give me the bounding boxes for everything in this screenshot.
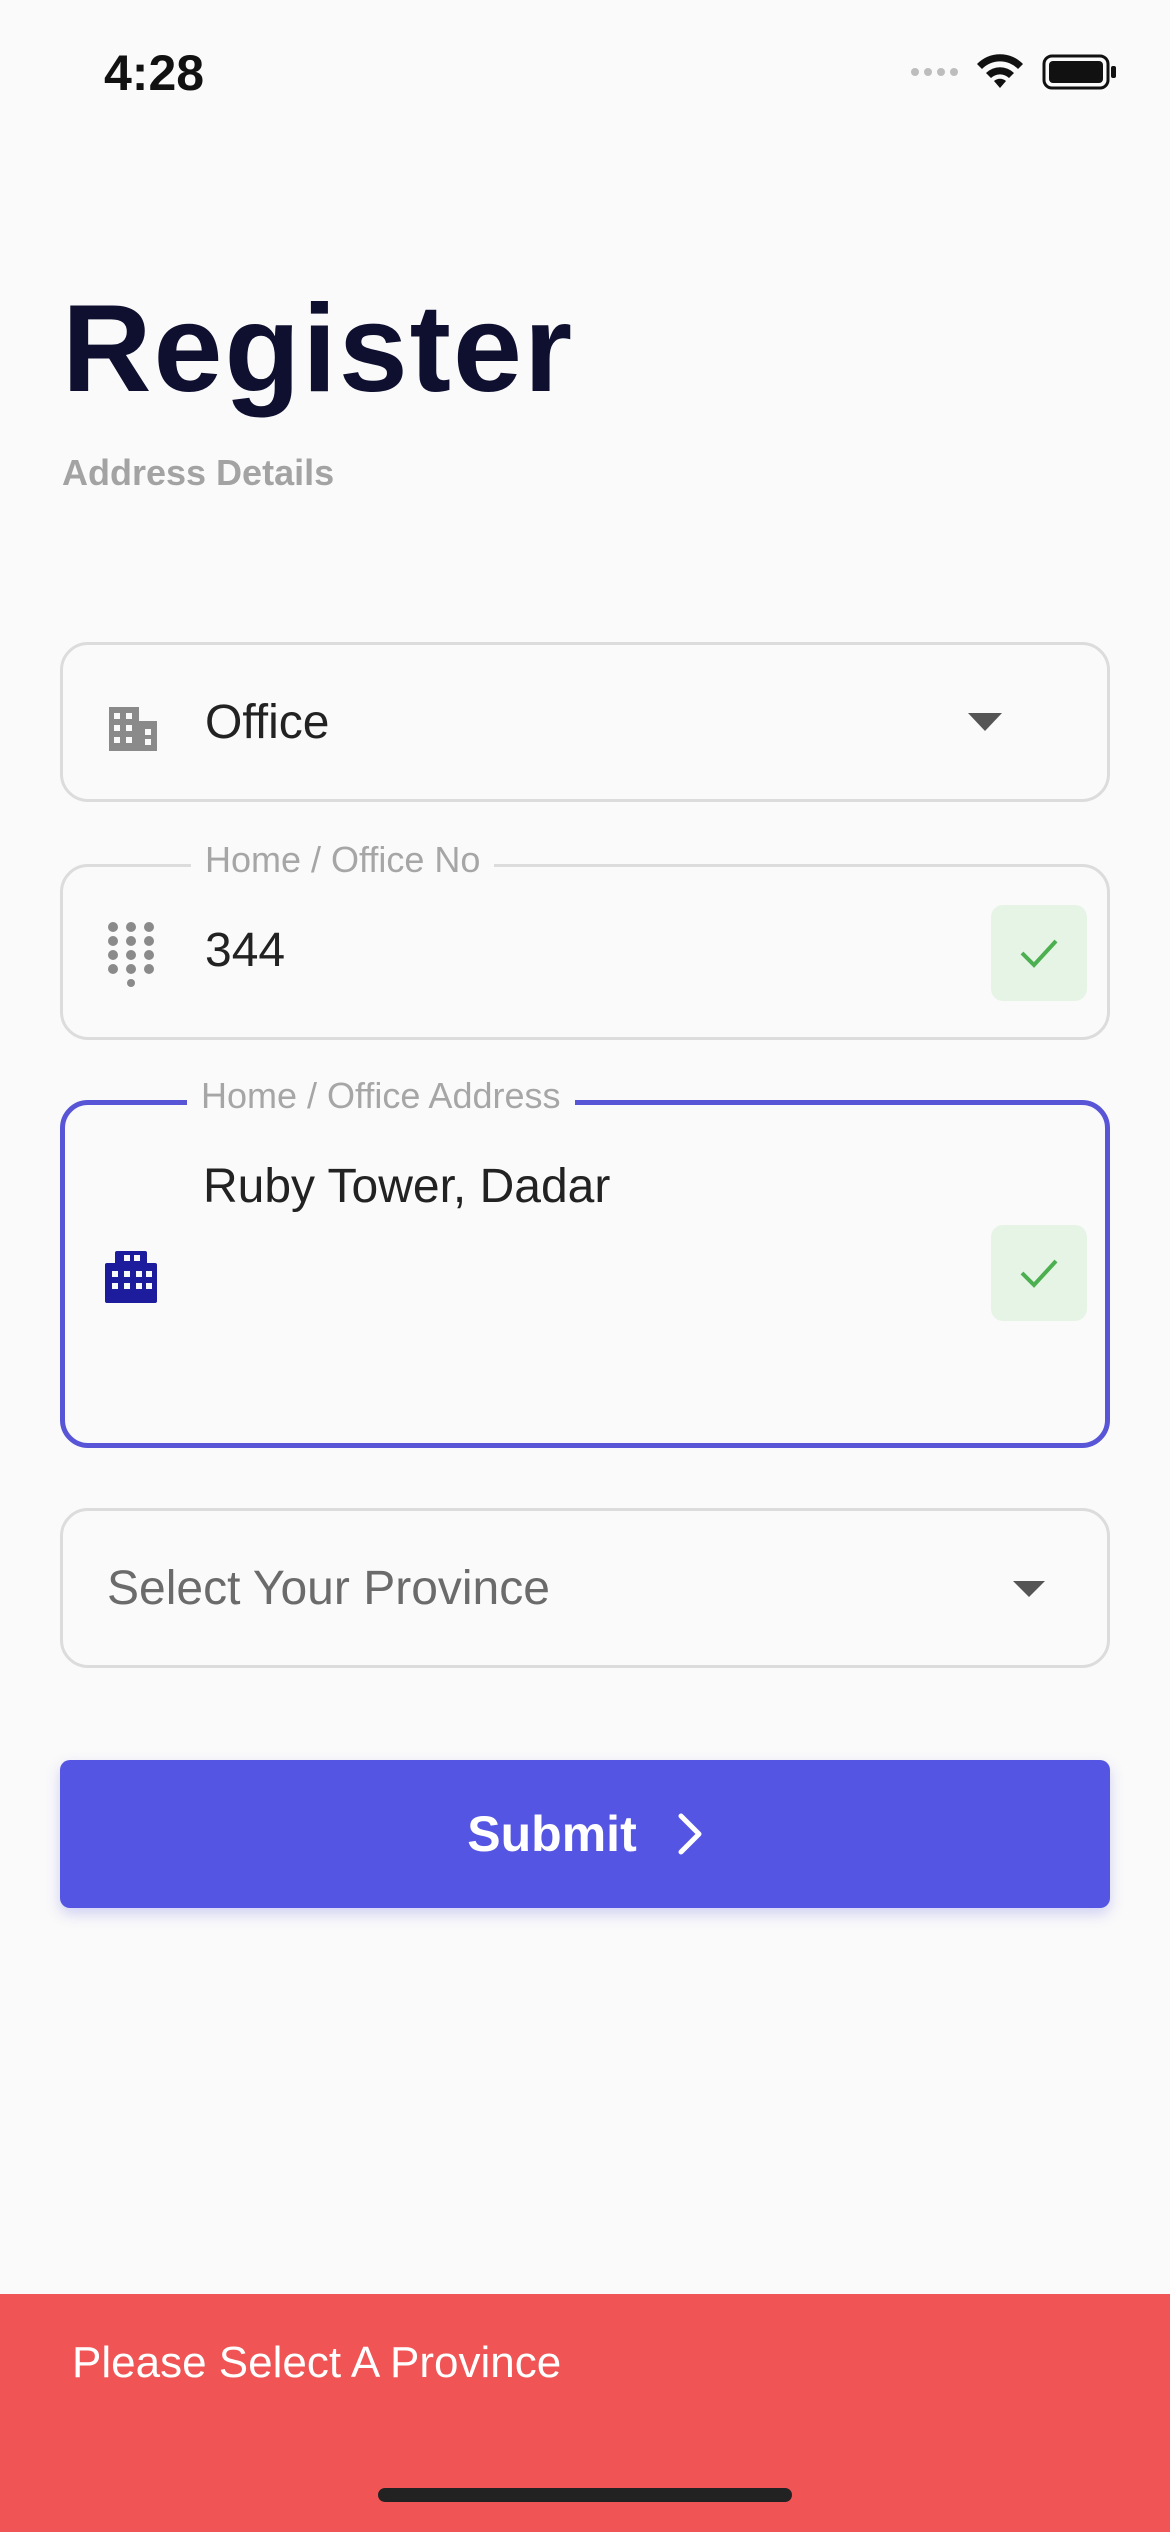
address-type-dropdown[interactable]: Office (60, 642, 1110, 802)
home-office-no-value: 344 (205, 924, 286, 977)
battery-icon (1042, 54, 1116, 90)
page-title: Register (62, 280, 575, 418)
province-placeholder: Select Your Province (107, 1562, 550, 1615)
error-message: Please Select A Province (72, 2338, 562, 2387)
valid-check-badge (991, 1225, 1087, 1321)
building-icon (105, 1251, 157, 1303)
wifi-icon (977, 54, 1023, 88)
province-dropdown[interactable]: Select Your Province (60, 1508, 1110, 1668)
home-office-address-label: Home / Office Address (187, 1075, 575, 1117)
address-type-value: Office (205, 696, 330, 749)
dialpad-icon (108, 922, 154, 987)
submit-button[interactable]: Submit (60, 1760, 1110, 1908)
home-office-address-field[interactable]: Home / Office Address Ruby Tower, Dadar (60, 1075, 1110, 1448)
status-icons (911, 52, 1118, 92)
cellular-signal-icon (911, 68, 958, 76)
valid-check-badge (991, 905, 1087, 1001)
status-time: 4:28 (104, 45, 205, 101)
submit-label: Submit (467, 1806, 637, 1862)
caret-down-icon (968, 713, 1002, 731)
page-subtitle: Address Details (62, 452, 335, 493)
home-office-address-value: Ruby Tower, Dadar (203, 1160, 611, 1213)
chevron-right-icon (678, 1813, 702, 1855)
home-office-no-field[interactable]: Home / Office No 344 (60, 839, 1110, 1040)
home-office-no-label: Home / Office No (191, 839, 495, 881)
home-indicator[interactable] (378, 2488, 792, 2502)
building-icon (109, 707, 157, 751)
status-bar: 4:28 (0, 0, 1170, 140)
check-icon (1020, 1259, 1058, 1288)
caret-down-icon (1013, 1581, 1045, 1597)
check-icon (1020, 939, 1058, 968)
